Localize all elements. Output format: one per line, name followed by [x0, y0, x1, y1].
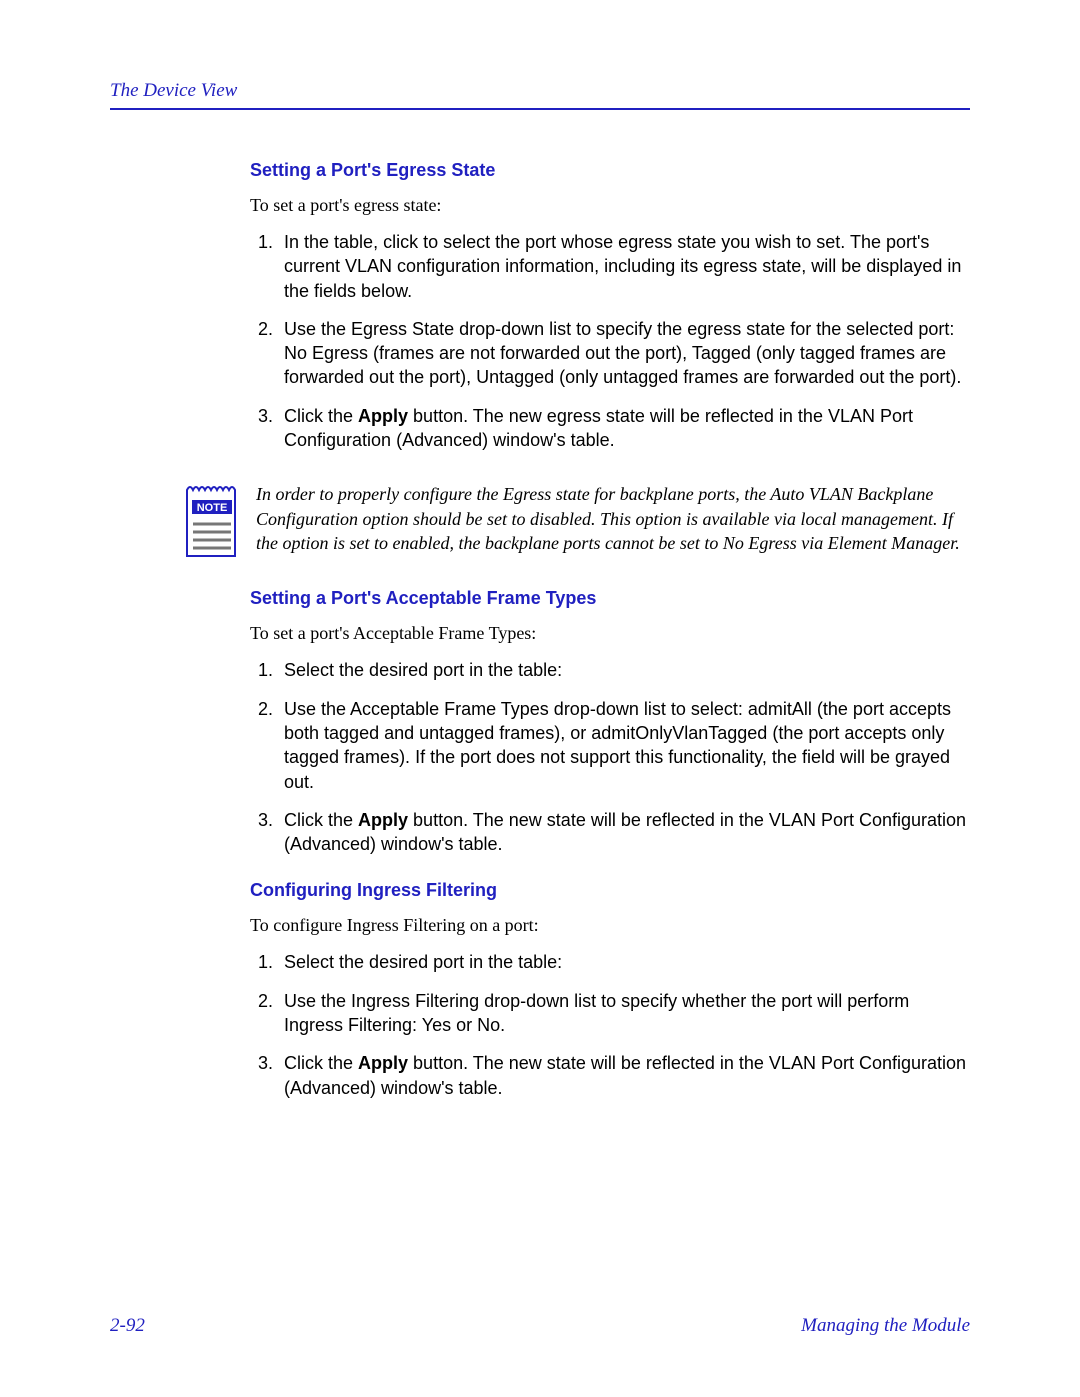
step-item: Click the Apply button. The new state wi… [278, 808, 970, 857]
note-label: NOTE [197, 502, 228, 514]
page-number: 2-92 [110, 1315, 145, 1337]
step-text: Click the [284, 810, 358, 830]
intro-text: To set a port's Acceptable Frame Types: [250, 623, 970, 644]
intro-text: To set a port's egress state: [250, 195, 970, 216]
step-text: Click the [284, 1053, 358, 1073]
apply-label: Apply [358, 810, 408, 830]
note-block: NOTE In order to properly configure the … [186, 482, 970, 558]
apply-label: Apply [358, 406, 408, 426]
main-content-2: Setting a Port's Acceptable Frame Types … [250, 588, 970, 1100]
step-item: Use the Acceptable Frame Types drop-down… [278, 697, 970, 794]
doc-title: Managing the Module [801, 1315, 970, 1337]
steps-list-frame: Select the desired port in the table: Us… [250, 658, 970, 856]
note-text: In order to properly configure the Egres… [256, 482, 970, 555]
step-item: Click the Apply button. The new state wi… [278, 1051, 970, 1100]
section-heading-ingress: Configuring Ingress Filtering [250, 880, 970, 901]
document-page: The Device View Setting a Port's Egress … [0, 0, 1080, 1397]
steps-list-egress: In the table, click to select the port w… [250, 230, 970, 452]
step-item: In the table, click to select the port w… [278, 230, 970, 303]
step-item: Use the Egress State drop-down list to s… [278, 317, 970, 390]
header-rule [110, 108, 970, 110]
note-icon: NOTE [186, 482, 238, 558]
steps-list-ingress: Select the desired port in the table: Us… [250, 950, 970, 1099]
step-text: Click the [284, 406, 358, 426]
section-heading-frame: Setting a Port's Acceptable Frame Types [250, 588, 970, 609]
step-item: Select the desired port in the table: [278, 658, 970, 682]
main-content: Setting a Port's Egress State To set a p… [250, 160, 970, 452]
intro-text: To configure Ingress Filtering on a port… [250, 915, 970, 936]
step-item: Click the Apply button. The new egress s… [278, 404, 970, 453]
step-item: Select the desired port in the table: [278, 950, 970, 974]
section-heading-egress: Setting a Port's Egress State [250, 160, 970, 181]
step-item: Use the Ingress Filtering drop-down list… [278, 989, 970, 1038]
apply-label: Apply [358, 1053, 408, 1073]
header-breadcrumb: The Device View [110, 80, 970, 102]
page-footer: 2-92 Managing the Module [110, 1315, 970, 1337]
